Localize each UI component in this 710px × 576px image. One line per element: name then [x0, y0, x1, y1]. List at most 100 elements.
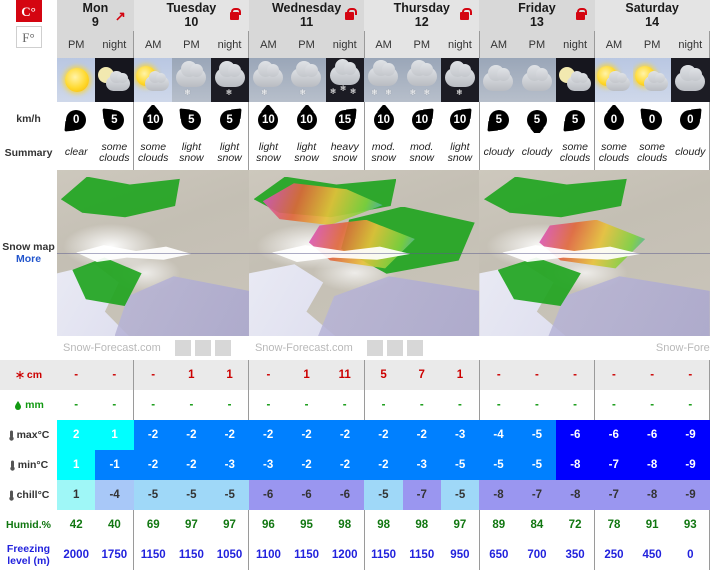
weather-icon-cell: ❄: [287, 58, 326, 102]
wind-cell: 5: [172, 102, 211, 136]
summary-cell: some clouds: [95, 136, 135, 170]
snow-map-more-link[interactable]: More: [0, 253, 57, 265]
day-date: 14: [645, 15, 660, 30]
period-thursday-night[interactable]: night: [440, 31, 480, 58]
period-mon-night[interactable]: night: [95, 31, 135, 58]
map-fullscreen-icon[interactable]: [214, 340, 231, 356]
min-temp-label: min°C: [0, 450, 57, 480]
min-temp-row: min°C 1 -1 -2 -2 -3 -3 -2 -2 -2 -3 -5 -5 -5 -8 -7 -8 -9: [0, 450, 710, 480]
period-friday-night[interactable]: night: [556, 31, 596, 58]
min-temp-label-text: min°C: [17, 459, 49, 471]
freezing-level-row: Freezing level (m) 2000 1750 1150 1150 1050 1…: [0, 540, 710, 570]
expand-icon[interactable]: ↗: [115, 9, 126, 22]
max-temp-cell: 1: [95, 420, 134, 450]
humidity-cell: 89: [479, 510, 518, 540]
period-friday-AM[interactable]: AM: [479, 31, 518, 58]
summary-cell: light snow: [440, 136, 480, 170]
max-temp-cell: -6: [556, 420, 595, 450]
humidity-cell: 95: [287, 510, 326, 540]
period-tuesday-AM[interactable]: AM: [133, 31, 173, 58]
map-measure-icon[interactable]: [174, 340, 191, 356]
max-temp-cell: -2: [172, 420, 211, 450]
humidity-cell: 91: [632, 510, 672, 540]
rain-cell: -: [172, 390, 211, 420]
summary-row: Summary clear some clouds some clouds light…: [0, 136, 710, 170]
period-saturday-night[interactable]: night: [671, 31, 710, 58]
period-mon-PM[interactable]: PM: [57, 31, 96, 58]
weather-icon-cloud-snow: ❄: [287, 58, 326, 102]
min-temp-cell: -5: [440, 450, 480, 480]
wind-speed-value: 10: [411, 110, 432, 130]
watermark-text: Snow-Forecast.com: [63, 342, 161, 354]
humidity-cell: 72: [556, 510, 596, 540]
min-temp-cell: -2: [287, 450, 326, 480]
map-download-icon[interactable]: [386, 340, 403, 356]
min-temp-cell: -2: [133, 450, 173, 480]
rain-cell: -: [287, 390, 326, 420]
rain-label: mm: [0, 390, 57, 420]
snow-map-label: Snow map More: [0, 170, 57, 336]
freezing-level-cell: 1150: [172, 540, 211, 570]
day-header-mon[interactable]: Mon 9 ↗: [57, 0, 134, 32]
lock-icon[interactable]: [575, 7, 588, 20]
snow-cell: -: [517, 360, 557, 390]
weather-icon-cell: [517, 58, 557, 102]
weather-icon-cell: ❄: [440, 58, 480, 102]
period-thursday-AM[interactable]: AM: [364, 31, 403, 58]
wind-cell: 10: [133, 102, 173, 136]
period-wednesday-PM[interactable]: PM: [287, 31, 326, 58]
map-download-icon[interactable]: [194, 340, 211, 356]
max-temp-cell: -2: [133, 420, 173, 450]
snow-row: cm - - -1 1-1 11 5 7 1- - - - - -: [0, 360, 710, 390]
freezing-level-label: Freezing level (m): [0, 540, 57, 570]
day-header-saturday[interactable]: Saturday 14: [594, 0, 710, 32]
wind-cell: 10: [402, 102, 441, 136]
snow-map-row: Snow map More: [0, 170, 710, 336]
celsius-button[interactable]: C°: [15, 0, 42, 22]
map-measure-icon[interactable]: [366, 340, 383, 356]
summary-cell: heavy snow: [325, 136, 365, 170]
lock-icon[interactable]: [460, 7, 472, 20]
wind-cell: 10: [287, 102, 326, 136]
period-wednesday-AM[interactable]: AM: [248, 31, 288, 58]
map-crosshair-h: [479, 253, 710, 254]
weather-icon-cloud-snow-heavy: ❄ ❄ ❄: [325, 58, 365, 102]
thermometer-icon: [8, 430, 14, 441]
weather-icon-cell: [671, 58, 710, 102]
map-fullscreen-icon[interactable]: [406, 340, 423, 356]
map-crosshair-h: [57, 253, 249, 254]
weather-icon-cloud: [671, 58, 710, 102]
snow-map-panel-2[interactable]: [248, 170, 480, 336]
day-header-thursday[interactable]: Thursday 12: [364, 0, 480, 32]
forecast-table: C° F° Mon 9 ↗ Tuesday 10 Wednesday 11 Thursday 1…: [0, 0, 710, 574]
fahrenheit-button[interactable]: F°: [15, 26, 42, 48]
period-tuesday-night[interactable]: night: [210, 31, 250, 58]
snow-cell: 7: [402, 360, 441, 390]
thermometer-icon: [10, 460, 15, 471]
snow-map-panel-1[interactable]: [57, 170, 249, 336]
rain-label-text: mm: [25, 399, 44, 411]
summary-cell: mod. snow: [402, 136, 441, 170]
period-friday-PM[interactable]: PM: [517, 31, 557, 58]
weather-icon-cloud-snow-2: ❄ ❄: [364, 58, 403, 102]
summary-cell: cloudy: [671, 136, 710, 170]
day-header-wednesday[interactable]: Wednesday 11: [248, 0, 365, 32]
max-temp-cell: -2: [364, 420, 403, 450]
summary-cell: some clouds: [632, 136, 672, 170]
wind-speed-value: 5: [565, 110, 586, 130]
snow-map-panel-3[interactable]: [479, 170, 710, 336]
day-header-friday[interactable]: Friday 13: [479, 0, 595, 32]
period-thursday-PM[interactable]: PM: [402, 31, 441, 58]
lock-icon[interactable]: [229, 7, 242, 20]
period-wednesday-night[interactable]: night: [325, 31, 365, 58]
weather-icon-cloud-snow-n: ❄: [440, 58, 480, 102]
period-saturday-PM[interactable]: PM: [632, 31, 672, 58]
period-saturday-AM[interactable]: AM: [594, 31, 633, 58]
humidity-cell: 93: [671, 510, 710, 540]
lock-icon[interactable]: [345, 7, 357, 20]
snow-cell: 1: [172, 360, 211, 390]
snow-cell: -: [594, 360, 633, 390]
period-tuesday-PM[interactable]: PM: [172, 31, 211, 58]
humidity-cell: 97: [440, 510, 480, 540]
day-header-tuesday[interactable]: Tuesday 10: [133, 0, 249, 32]
